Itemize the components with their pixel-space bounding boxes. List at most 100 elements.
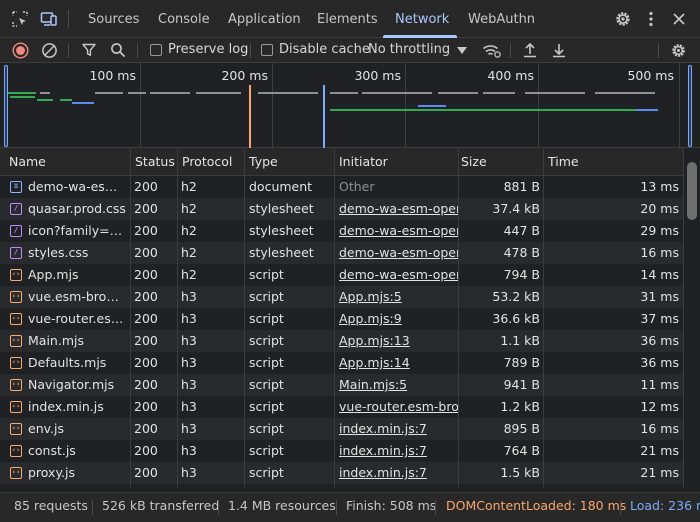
import-icon[interactable] — [522, 42, 538, 58]
table-row[interactable]: ‹› const.js 200 h3 script index.min.js:7 764 B… — [0, 440, 683, 462]
request-initiator-link[interactable]: index.min.js:7 — [339, 418, 458, 440]
table-row[interactable]: / styles.css 200 h2 stylesheet demo-wa-esm-op… — [0, 242, 683, 264]
column-header-name[interactable]: Name — [4, 148, 130, 176]
request-name-cell[interactable]: Navigator.mjs — [28, 374, 128, 396]
request-status-cell: 200 — [134, 355, 158, 370]
request-initiator-link[interactable]: index.min.js:7 — [339, 462, 458, 484]
request-name-cell[interactable]: styles.css — [28, 242, 128, 264]
table-row[interactable]: ≡ demo-wa-esm-openapi.html 200 h2 document Ot… — [0, 176, 683, 198]
table-row[interactable]: ‹› Defaults.mjs 200 h3 script App.mjs:14 789 B… — [0, 352, 683, 374]
record-icon[interactable] — [12, 42, 29, 59]
overview-right-handle[interactable] — [688, 65, 692, 147]
column-divider[interactable] — [334, 148, 335, 488]
table-row[interactable]: ‹› Main.mjs 200 h3 script App.mjs:13 1.1 kB 36 … — [0, 330, 683, 352]
column-header-size[interactable]: Size — [456, 148, 543, 176]
tab-webauthn[interactable]: WebAuthn — [468, 0, 535, 38]
overview-left-handle[interactable] — [4, 65, 8, 147]
overview-gridline — [538, 63, 539, 148]
close-icon[interactable] — [670, 10, 688, 28]
request-time-cell: 14 ms — [640, 267, 679, 282]
column-header-time[interactable]: Time — [543, 148, 683, 176]
request-name-cell[interactable]: index.min.js — [28, 396, 128, 418]
request-initiator-link[interactable]: demo-wa-esm-openapi.html — [339, 242, 458, 264]
tab-elements[interactable]: Elements — [317, 0, 378, 38]
request-initiator-link[interactable]: demo-wa-esm-openapi.html — [339, 264, 458, 286]
column-divider[interactable] — [177, 148, 178, 488]
column-header-type[interactable]: Type — [244, 148, 334, 176]
table-row[interactable]: ‹› Navigator.mjs 200 h3 script Main.mjs:5 941 … — [0, 374, 683, 396]
search-icon[interactable] — [110, 42, 126, 58]
request-initiator-link[interactable]: demo-wa-esm-openapi.html — [339, 220, 458, 242]
status-divider — [92, 500, 93, 515]
request-name-cell[interactable]: Main.mjs — [28, 330, 128, 352]
column-header-status[interactable]: Status — [130, 148, 177, 176]
request-type-cell: script — [249, 333, 284, 348]
vertical-scrollbar[interactable] — [683, 148, 700, 488]
tab-network[interactable]: Network — [395, 0, 449, 38]
tab-application[interactable]: Application — [228, 0, 301, 38]
disable-cache-checkbox[interactable] — [261, 44, 273, 56]
request-protocol-cell: h2 — [181, 223, 197, 238]
request-size-cell: 881 B — [503, 179, 540, 194]
table-row[interactable]: / icon?family=Material+Icons 200 h2 styleshe… — [0, 220, 683, 242]
request-name-cell[interactable]: demo-wa-esm-openapi.html — [28, 176, 128, 198]
request-initiator-link[interactable]: Main.mjs:5 — [339, 374, 458, 396]
column-header-initiator[interactable]: Initiator — [334, 148, 458, 176]
column-divider[interactable] — [543, 148, 544, 488]
request-name-cell[interactable]: vue.esm-browser.prod.js — [28, 286, 128, 308]
table-row[interactable]: / quasar.prod.css 200 h2 stylesheet demo-wa-e… — [0, 198, 683, 220]
request-initiator-link[interactable]: index.min.js:7 — [339, 440, 458, 462]
request-name-cell[interactable]: App.mjs — [28, 264, 128, 286]
table-row[interactable]: ‹› proxy.js 200 h3 script index.min.js:7 1.5 k… — [0, 462, 683, 484]
overview-tick-label: 400 ms — [487, 68, 534, 83]
request-initiator-link[interactable]: App.mjs:13 — [339, 330, 458, 352]
request-initiator-link[interactable]: App.mjs:5 — [339, 286, 458, 308]
table-row[interactable]: ‹› App.mjs 200 h2 script demo-wa-esm-openapi.… — [0, 264, 683, 286]
request-name-cell[interactable]: Defaults.mjs — [28, 352, 128, 374]
caret-down-icon[interactable] — [457, 47, 467, 54]
preserve-log-checkbox[interactable] — [150, 44, 162, 56]
element-picker-icon[interactable] — [11, 10, 29, 28]
request-protocol-cell: h2 — [181, 245, 197, 260]
kebab-menu-icon[interactable] — [642, 10, 660, 28]
column-divider[interactable] — [244, 148, 245, 488]
request-name-cell[interactable]: proxy.js — [28, 462, 128, 484]
request-name-cell[interactable]: env.js — [28, 418, 128, 440]
overview-request-bar — [258, 92, 318, 94]
filter-icon[interactable] — [81, 42, 97, 58]
throttling-select[interactable]: No throttling — [368, 38, 450, 63]
column-header-protocol[interactable]: Protocol — [177, 148, 244, 176]
request-name-cell[interactable]: icon?family=Material+Icons — [28, 220, 128, 242]
network-status-bar: 85 requests 526 kB transferred 1.4 MB re… — [0, 492, 700, 522]
tab-console[interactable]: Console — [158, 0, 210, 38]
wifi-icon[interactable] — [482, 42, 501, 59]
request-initiator-link[interactable]: App.mjs:9 — [339, 308, 458, 330]
request-name-cell[interactable]: quasar.prod.css — [28, 198, 128, 220]
column-divider[interactable] — [130, 148, 131, 488]
column-divider[interactable] — [458, 148, 459, 488]
table-row[interactable]: ‹› index.min.js 200 h3 script vue-router.esm-… — [0, 396, 683, 418]
table-row[interactable]: ‹› vue-router.esm-browser.js 200 h3 script Ap… — [0, 308, 683, 330]
request-name-cell[interactable]: const.js — [28, 440, 128, 462]
scrollbar-thumb[interactable] — [687, 162, 697, 220]
request-initiator-link[interactable]: vue-router.esm-browser.js — [339, 396, 458, 418]
toolbar-divider — [68, 43, 69, 58]
request-size-cell: 764 B — [503, 443, 540, 458]
domcontentloaded-marker — [249, 85, 251, 148]
network-settings-gear-icon[interactable] — [670, 42, 687, 59]
gear-icon[interactable] — [614, 10, 632, 28]
device-toggle-icon[interactable] — [40, 10, 58, 28]
request-initiator-link[interactable]: demo-wa-esm-openapi.html — [339, 198, 458, 220]
request-initiator-link[interactable]: App.mjs:14 — [339, 352, 458, 374]
request-name-cell[interactable]: vue-router.esm-browser.js — [28, 308, 128, 330]
export-icon[interactable] — [551, 42, 567, 58]
table-row[interactable]: ‹› vue.esm-browser.prod.js 200 h3 script App.… — [0, 286, 683, 308]
tab-sources[interactable]: Sources — [88, 0, 139, 38]
table-row[interactable]: ‹› env.js 200 h3 script index.min.js:7 895 B 16… — [0, 418, 683, 440]
script-icon: ‹› — [10, 335, 22, 347]
network-overview-timeline[interactable]: 100 ms 200 ms 300 ms 400 ms 500 ms — [0, 63, 700, 148]
devtools-tab-bar: Sources Console Application Elements Net… — [0, 0, 700, 38]
script-icon: ‹› — [10, 467, 22, 479]
clear-icon[interactable] — [41, 42, 58, 59]
overview-request-bar — [330, 92, 358, 94]
